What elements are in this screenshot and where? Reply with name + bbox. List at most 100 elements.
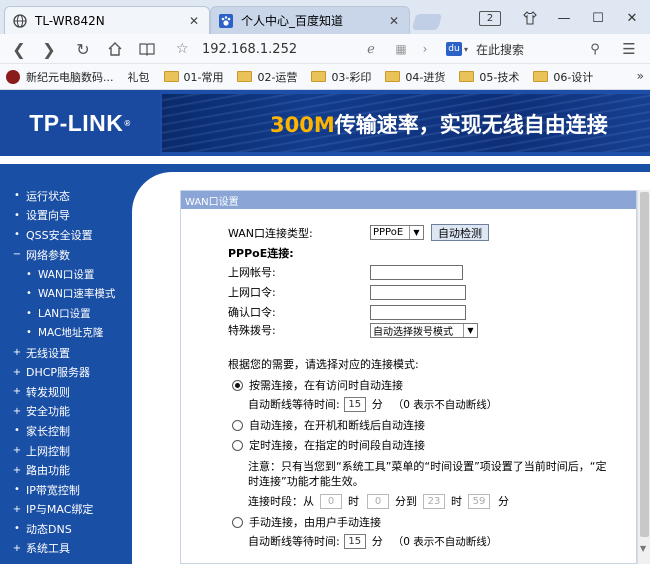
dial-mode-select[interactable]: 自动选择拨号模式 ▼: [370, 322, 478, 338]
globe-icon: [13, 13, 27, 28]
start-hour-input[interactable]: 0: [320, 493, 342, 509]
bullet-icon: •: [26, 288, 32, 300]
radio-timed[interactable]: [232, 439, 243, 451]
search-box[interactable]: du ▾ 在此搜索: [446, 38, 606, 60]
reading-mode-icon[interactable]: [136, 38, 158, 60]
scroll-down-icon[interactable]: ▼: [640, 544, 646, 553]
option-manual[interactable]: 手动连接，由用户手动连接: [232, 514, 381, 530]
sidebar-item[interactable]: • 运行状态: [0, 186, 132, 206]
address-toolbar: ❮ ❯ ↻ ☆ 192.168.1.252 ℯ ▦ › du ▾ 在此搜索 ⚲ …: [0, 34, 650, 64]
bullet-icon: •: [14, 523, 20, 535]
sidebar-item[interactable]: • WAN口速率模式: [0, 284, 132, 304]
shirt-icon[interactable]: [514, 6, 546, 30]
radio-on-demand[interactable]: [232, 379, 243, 391]
sidebar-item[interactable]: • LAN口设置: [0, 304, 132, 324]
sidebar-item-label: 上网控制: [26, 444, 70, 458]
sidebar-item[interactable]: • IP带宽控制: [0, 480, 132, 500]
confirm-password-input[interactable]: [370, 304, 466, 320]
chevron-down-icon[interactable]: ▾: [464, 45, 468, 54]
back-icon[interactable]: ❮: [8, 38, 30, 60]
option-auto[interactable]: 自动连接，在开机和断线后自动连接: [232, 417, 425, 433]
idle-time-input[interactable]: 15: [343, 396, 366, 412]
search-input[interactable]: 在此搜索: [476, 41, 524, 58]
start-minute-input[interactable]: 0: [367, 493, 389, 509]
bookmark-folder[interactable]: 03-彩印: [311, 69, 371, 85]
sidebar-item[interactable]: • 家长控制: [0, 421, 132, 441]
tab-baidu[interactable]: 个人中心_百度知道 ✕: [210, 6, 410, 34]
close-icon[interactable]: ✕: [187, 14, 201, 28]
bookmark-folder[interactable]: 04-进货: [385, 69, 445, 85]
minimize-icon[interactable]: —: [548, 6, 580, 30]
option-on-demand[interactable]: 按需连接，在有访问时自动连接: [232, 377, 403, 393]
password-input[interactable]: [370, 284, 466, 300]
url-text: 192.168.1.252: [202, 41, 298, 57]
account-input[interactable]: [370, 264, 463, 280]
bullet-icon: •: [14, 209, 20, 221]
expand-icon: +: [12, 347, 22, 359]
sidebar-item[interactable]: • QSS安全设置: [0, 225, 132, 245]
bullet-icon: •: [14, 229, 20, 241]
sidebar-item[interactable]: + 无线设置: [0, 343, 132, 363]
sidebar-item[interactable]: • 设置向导: [0, 206, 132, 226]
radio-manual[interactable]: [232, 516, 243, 528]
notice-line-1: 注意：只有当您到“系统工具”菜单的“时间设置”项设置了当前时间后，“定: [248, 460, 607, 473]
sidebar-item-label: 系统工具: [26, 542, 70, 556]
sidebar-item[interactable]: + 转发规则: [0, 382, 132, 402]
scrollbar-thumb[interactable]: [640, 192, 649, 537]
notice-line-2: 时连接”功能才能生效。: [248, 475, 364, 488]
window-close-icon[interactable]: ✕: [616, 6, 648, 30]
bookmark-site[interactable]: 新纪元电脑数码...: [6, 69, 114, 85]
bullet-icon: •: [14, 484, 20, 496]
bookmark-folder[interactable]: 01-常用: [163, 69, 223, 85]
reload-icon[interactable]: ↻: [72, 38, 94, 60]
sidebar-item-label: IP与MAC绑定: [26, 503, 94, 517]
collapse-icon: −: [12, 249, 22, 261]
sidebar-item[interactable]: + 路由功能: [0, 460, 132, 480]
scrollbar[interactable]: ▼: [637, 190, 650, 564]
sidebar-item[interactable]: + 上网控制: [0, 441, 132, 461]
account-label: 上网帐号:: [228, 266, 276, 279]
bookmark-star-icon[interactable]: ☆: [176, 41, 194, 57]
new-tab-button[interactable]: [411, 14, 443, 30]
radio-auto[interactable]: [232, 419, 243, 431]
sidebar-item[interactable]: + 安全功能: [0, 402, 132, 422]
sidebar-item-label: WAN口设置: [38, 268, 95, 281]
router-header: TP-LINK ® 300M传输速率，实现无线自由连接: [0, 90, 650, 156]
grid-icon[interactable]: ▦: [390, 38, 412, 60]
bullet-icon: •: [26, 307, 32, 319]
bullet-icon: •: [26, 268, 32, 280]
end-hour-input[interactable]: 23: [423, 493, 445, 509]
sidebar-item[interactable]: + DHCP服务器: [0, 362, 132, 382]
forward-icon[interactable]: ❯: [38, 38, 60, 60]
tab-router[interactable]: TL-WR842N ✕: [4, 6, 210, 34]
bookmark-gift[interactable]: 礼包: [128, 69, 150, 85]
bookmark-folder[interactable]: 02-运营: [237, 69, 297, 85]
ie-mode-icon[interactable]: ℯ: [360, 38, 382, 60]
end-minute-input[interactable]: 59: [468, 493, 490, 509]
conn-type-select[interactable]: PPPoE ▼: [370, 225, 424, 240]
idle-time-input-2[interactable]: 15: [343, 533, 366, 549]
site-favicon-icon: [6, 69, 20, 84]
maximize-icon[interactable]: ☐: [582, 6, 614, 30]
close-icon[interactable]: ✕: [387, 14, 401, 28]
bookmarks-overflow-icon[interactable]: »: [637, 69, 644, 83]
option-timed[interactable]: 定时连接，在指定的时间段自动连接: [232, 437, 425, 453]
sidebar-item[interactable]: • WAN口设置: [0, 264, 132, 284]
confirm-row: 确认口令:: [228, 304, 466, 320]
header-separator: [0, 156, 650, 164]
sidebar-item[interactable]: • 动态DNS: [0, 519, 132, 539]
sidebar-item[interactable]: • MAC地址克隆: [0, 323, 132, 343]
home-icon[interactable]: [104, 38, 126, 60]
chevron-right-icon[interactable]: ›: [414, 38, 436, 60]
bookmark-folder[interactable]: 05-技术: [459, 69, 519, 85]
search-icon[interactable]: ⚲: [584, 38, 606, 60]
menu-icon[interactable]: ☰: [618, 38, 640, 60]
bookmark-folder[interactable]: 06-设计: [533, 69, 593, 85]
sidebar-item[interactable]: + IP与MAC绑定: [0, 500, 132, 520]
slogan-text: 300M传输速率，实现无线自由连接: [270, 113, 608, 137]
sidebar-item[interactable]: + 系统工具: [0, 539, 132, 559]
sidebar-item-label: 无线设置: [26, 346, 70, 360]
auto-detect-button[interactable]: 自动检测: [431, 224, 489, 241]
sidebar-item[interactable]: − 网络参数: [0, 245, 132, 265]
tab-counter-button[interactable]: 2: [474, 6, 506, 30]
